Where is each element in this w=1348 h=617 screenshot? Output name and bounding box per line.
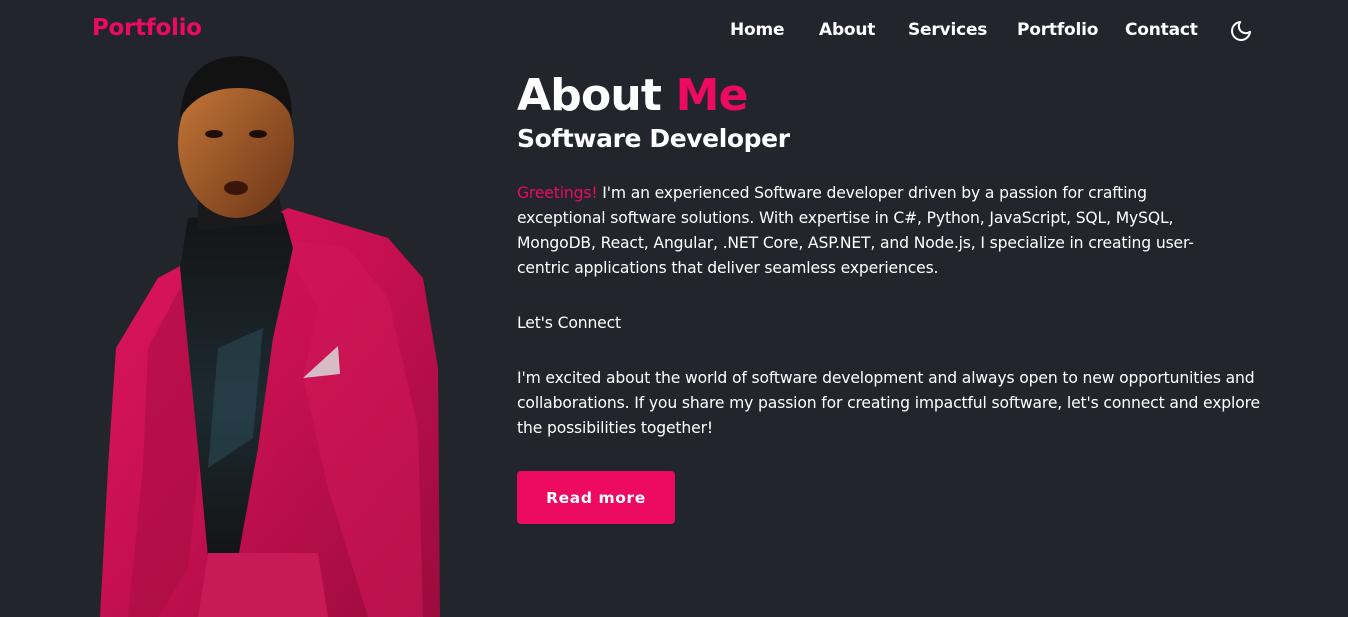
about-paragraph-1: Greetings! I'm an experienced Software d… bbox=[517, 181, 1217, 281]
nav-about[interactable]: About bbox=[819, 20, 875, 40]
main-nav: Home About Services Portfolio Contact bbox=[0, 20, 1348, 44]
nav-portfolio[interactable]: Portfolio bbox=[1017, 20, 1098, 40]
nav-contact[interactable]: Contact bbox=[1125, 20, 1198, 40]
about-paragraph-1-text: I'm an experienced Software developer dr… bbox=[517, 184, 1194, 277]
read-more-button[interactable]: Read more bbox=[517, 471, 675, 524]
profile-photo bbox=[100, 56, 440, 617]
about-paragraph-2: I'm excited about the world of software … bbox=[517, 369, 1260, 437]
nav-services[interactable]: Services bbox=[908, 20, 987, 40]
about-title: About Me bbox=[517, 70, 1262, 122]
greeting-text: Greetings! bbox=[517, 184, 598, 202]
about-subtitle: Software Developer bbox=[517, 124, 790, 153]
moon-icon[interactable] bbox=[1229, 19, 1253, 43]
about-title-main: About bbox=[517, 70, 662, 121]
page: Portfolio Home About Services Portfolio … bbox=[0, 0, 1348, 617]
lets-connect-text: Let's Connect bbox=[517, 314, 622, 332]
nav-home[interactable]: Home bbox=[730, 20, 785, 40]
about-section: About Me Software Developer Greetings! I… bbox=[517, 70, 1262, 524]
about-title-accent: Me bbox=[675, 70, 749, 121]
